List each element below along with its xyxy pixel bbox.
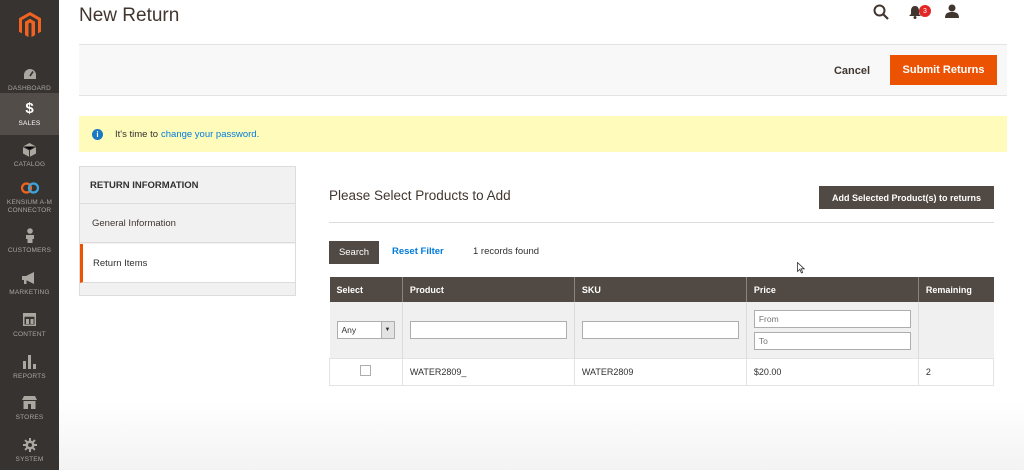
row-price-cell: $20.00 bbox=[745, 357, 919, 386]
admin-sidebar: Dashboard $ Sales Catalog Kensium A-M Co… bbox=[0, 0, 59, 470]
cancel-button[interactable]: Cancel bbox=[826, 60, 878, 82]
records-found-count: 1 records found bbox=[473, 246, 540, 257]
product-filter-input[interactable] bbox=[409, 320, 567, 339]
sidebar-item-marketing[interactable]: Marketing bbox=[0, 262, 59, 304]
column-header-price[interactable]: Price bbox=[745, 277, 919, 302]
section-title: Please Select Products to Add bbox=[329, 188, 511, 203]
sidebar-item-system[interactable]: System bbox=[0, 429, 59, 470]
sidebar-item-label: Stores bbox=[15, 413, 44, 421]
dropdown-arrow-icon: ▼ bbox=[380, 321, 394, 338]
add-selected-products-button[interactable]: Add Selected Product(s) to returns bbox=[819, 186, 994, 209]
sidebar-item-catalog[interactable]: Catalog bbox=[0, 134, 59, 176]
select-filter-value: Any bbox=[341, 324, 357, 335]
megaphone-icon bbox=[22, 270, 37, 286]
sidebar-item-customers[interactable]: Customers bbox=[0, 220, 59, 262]
table-row: WATER2809_ WATER2809 $20.00 2 bbox=[329, 357, 995, 386]
price-filter-cell bbox=[745, 302, 919, 358]
select-filter-dropdown[interactable]: Any ▼ bbox=[336, 320, 395, 339]
sku-filter-input[interactable] bbox=[581, 320, 739, 339]
row-sku-cell: WATER2809 bbox=[573, 357, 747, 386]
row-product-cell: WATER2809_ bbox=[401, 357, 575, 386]
sku-filter-cell bbox=[573, 302, 747, 358]
column-header-select[interactable]: Select bbox=[329, 277, 403, 302]
change-password-link[interactable]: change your password. bbox=[161, 129, 259, 140]
dashboard-icon bbox=[23, 66, 37, 82]
page-footer-area bbox=[59, 400, 1024, 470]
bar-chart-icon bbox=[23, 354, 36, 370]
person-icon bbox=[25, 228, 35, 244]
sidebar-item-sales[interactable]: $ Sales bbox=[0, 93, 59, 135]
system-message: i It's time to change your password. bbox=[79, 116, 1007, 152]
search-button[interactable]: Search bbox=[329, 241, 379, 264]
sidebar-item-label: Customers bbox=[7, 246, 52, 254]
message-text: It's time to bbox=[115, 128, 158, 140]
box-icon bbox=[23, 142, 36, 158]
sidebar-item-label: Catalog bbox=[13, 160, 46, 168]
page-title: New Return bbox=[79, 5, 180, 26]
sidebar-item-label: Dashboard bbox=[8, 84, 51, 92]
grid-filter-row: Any ▼ bbox=[329, 302, 994, 358]
divider bbox=[329, 222, 994, 223]
tab-general-information[interactable]: General Information bbox=[80, 204, 295, 243]
sidebar-item-label: Marketing bbox=[9, 288, 50, 296]
row-remaining-cell: 2 bbox=[917, 357, 995, 386]
sidebar-item-label: Reports bbox=[13, 372, 46, 380]
column-header-sku[interactable]: SKU bbox=[573, 277, 747, 302]
layout-icon bbox=[23, 312, 36, 328]
remaining-filter-cell bbox=[917, 302, 994, 358]
sidebar-item-label: Kensium A-M Connector bbox=[6, 198, 53, 214]
magento-logo[interactable] bbox=[0, 0, 59, 50]
row-select-cell bbox=[329, 357, 403, 386]
row-select-checkbox[interactable] bbox=[360, 365, 372, 376]
sidebar-item-content[interactable]: Content bbox=[0, 304, 59, 346]
store-icon bbox=[22, 395, 37, 411]
sidebar-item-reports[interactable]: Reports bbox=[0, 346, 59, 388]
products-grid: Select Product SKU Price Remaining Any ▼ bbox=[329, 277, 995, 386]
sidebar-item-label: Content bbox=[13, 330, 46, 338]
submit-returns-button[interactable]: Submit Returns bbox=[890, 55, 997, 85]
price-from-input[interactable] bbox=[753, 309, 911, 328]
column-header-remaining[interactable]: Remaining bbox=[917, 277, 994, 302]
search-icon[interactable] bbox=[873, 4, 889, 25]
sidebar-item-stores[interactable]: Stores bbox=[0, 387, 59, 429]
grid-header-row: Select Product SKU Price Remaining bbox=[329, 277, 994, 302]
column-header-product[interactable]: Product bbox=[401, 277, 575, 302]
select-filter-cell: Any ▼ bbox=[329, 302, 403, 358]
return-info-tabs: RETURN INFORMATION General Information R… bbox=[79, 166, 296, 296]
connector-icon bbox=[20, 180, 40, 196]
tab-return-items[interactable]: Return Items bbox=[80, 244, 295, 283]
sidebar-item-label: System bbox=[15, 455, 44, 463]
info-icon: i bbox=[92, 128, 103, 140]
reset-filter-link[interactable]: Reset Filter bbox=[392, 246, 444, 257]
product-filter-cell bbox=[401, 302, 575, 358]
price-to-input[interactable] bbox=[753, 331, 911, 350]
notification-count-badge: 3 bbox=[919, 5, 931, 17]
sidebar-item-kensium-connector[interactable]: Kensium A-M Connector bbox=[0, 176, 59, 218]
dollar-icon: $ bbox=[25, 100, 34, 117]
sidebar-item-label: Sales bbox=[18, 119, 41, 127]
user-account-icon[interactable] bbox=[945, 4, 959, 23]
tabs-heading: RETURN INFORMATION bbox=[80, 167, 295, 204]
gear-icon bbox=[22, 437, 37, 453]
